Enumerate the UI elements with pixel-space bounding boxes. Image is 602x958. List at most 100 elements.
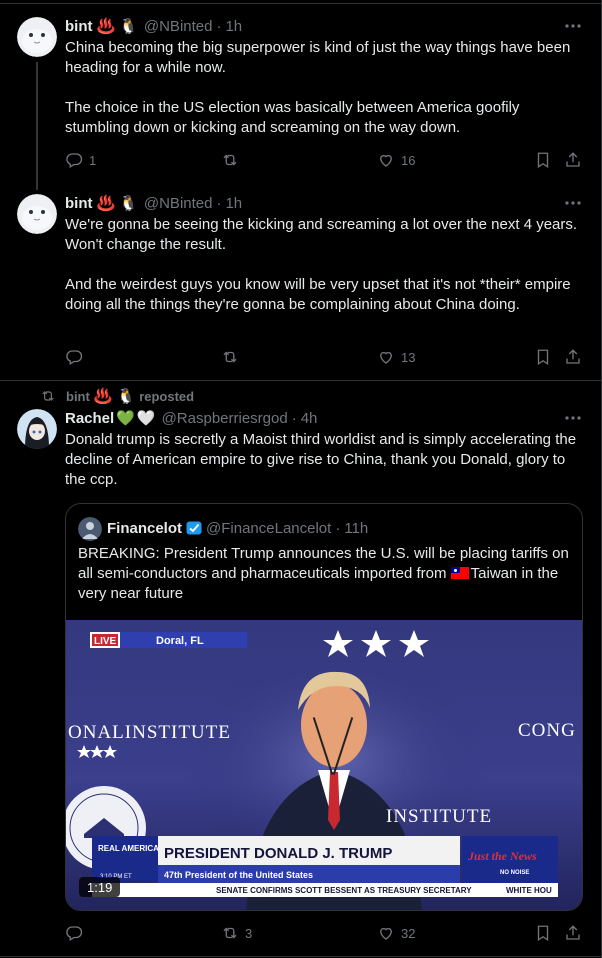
avatar[interactable] (17, 17, 57, 57)
divider (0, 956, 602, 957)
repost-icon (223, 927, 237, 939)
avatar[interactable] (17, 194, 57, 234)
share-button[interactable] (564, 347, 582, 367)
quoted-avatar (78, 517, 102, 541)
repost-label: reposted (139, 388, 195, 404)
timestamp[interactable]: 1h (225, 195, 242, 212)
more-options-icon[interactable] (564, 17, 582, 35)
handle[interactable]: @NBinted (144, 18, 213, 35)
quoted-handle: @FinanceLancelot (206, 519, 332, 537)
ticker-text-right: WHITE HOU (506, 886, 552, 895)
heart-icon (380, 927, 392, 940)
separator-dot: · (216, 17, 222, 35)
reply-button[interactable] (65, 347, 83, 367)
post-text: We're gonna be seeing the kicking and sc… (65, 216, 578, 313)
reply-icon (66, 350, 83, 365)
timestamp[interactable]: 4h (301, 410, 318, 427)
more-options-icon[interactable] (564, 194, 582, 212)
show-logo: Just the News (467, 849, 537, 863)
location-label: Doral, FL (156, 635, 204, 647)
video-player[interactable]: ONALINSTITUTE CONG INSTITUTE LIVE Doral,… (66, 620, 582, 910)
share-button[interactable] (564, 150, 582, 170)
post-header: bint ♨️ 🐧 @NBinted · 1h (65, 16, 242, 36)
like-button[interactable]: 16 (377, 150, 415, 170)
repost-button[interactable] (221, 150, 239, 170)
quoted-header: Financelot @FinanceLancelot · 11h (107, 518, 368, 538)
share-icon (566, 349, 580, 364)
verified-icon (186, 521, 202, 535)
penguin-emoji: 🐧 (119, 194, 138, 212)
divider (0, 3, 602, 4)
backdrop-text-left: ONALINSTITUTE (68, 722, 231, 743)
backdrop-text-lower: INSTITUTE (386, 806, 492, 827)
handle[interactable]: @Raspberriesrgod (162, 410, 288, 427)
handle[interactable]: @NBinted (144, 195, 213, 212)
repost-icon (42, 391, 54, 401)
bookmark-icon (537, 925, 549, 942)
display-name[interactable]: bint (65, 195, 93, 212)
more-options-icon[interactable] (564, 409, 582, 427)
green-heart-emoji: 💚 (116, 409, 135, 427)
avatar[interactable] (17, 409, 57, 449)
banner-subtitle: 47th President of the United States (164, 870, 313, 880)
quoted-display-name: Financelot (107, 519, 183, 537)
live-badge: LIVE (94, 636, 117, 647)
repost-button[interactable]: 3 (221, 923, 252, 943)
action-bar: 13 (65, 347, 587, 367)
post-header: Rachel 💚 🤍 @Raspberriesrgod · 4h (65, 408, 317, 428)
quoted-text: BREAKING: President Trump announces the … (78, 544, 574, 604)
timeline: bint ♨️ 🐧 @NBinted · 1h China becoming t… (0, 0, 602, 958)
quoted-post[interactable]: Financelot @FinanceLancelot · 11h BREAKI… (65, 503, 583, 911)
hot-springs-emoji: ♨️ (96, 194, 116, 212)
reply-icon (66, 153, 83, 168)
like-count: 16 (401, 152, 416, 168)
bookmark-icon (537, 152, 549, 169)
action-bar: 3 32 (65, 923, 587, 943)
like-button[interactable]: 13 (377, 347, 415, 367)
thread-connector (36, 62, 38, 190)
hot-springs-emoji: ♨️ (93, 387, 113, 405)
repost-count: 3 (245, 925, 253, 941)
divider (0, 380, 602, 381)
bookmark-button[interactable] (534, 347, 552, 367)
repost-context[interactable]: bint ♨️ 🐧 reposted (40, 388, 194, 404)
video-duration: 1:19 (79, 877, 121, 897)
post-text: Donald trump is secretly a Maoist third … (65, 431, 581, 488)
like-button[interactable]: 32 (377, 923, 415, 943)
heart-icon (380, 351, 392, 364)
like-count: 13 (401, 349, 416, 365)
share-button[interactable] (564, 923, 582, 943)
quoted-timestamp: 11h (344, 519, 369, 537)
reposter-name: bint (66, 388, 90, 404)
separator-dot: · (291, 409, 297, 427)
display-name[interactable]: bint (65, 18, 93, 35)
share-icon (566, 152, 580, 167)
backdrop-text-right: CONG (518, 720, 576, 741)
post-text: China becoming the big superpower is kin… (65, 39, 571, 136)
timestamp[interactable]: 1h (225, 18, 242, 35)
video-frame: ONALINSTITUTE CONG INSTITUTE LIVE Doral,… (66, 620, 582, 910)
bookmark-icon (537, 349, 549, 366)
reply-button[interactable]: 1 (65, 150, 96, 170)
reply-count: 1 (89, 152, 97, 168)
share-icon (566, 925, 580, 940)
penguin-emoji: 🐧 (119, 17, 138, 35)
white-heart-emoji: 🤍 (136, 409, 156, 427)
like-count: 32 (401, 925, 416, 941)
display-name[interactable]: Rachel (65, 410, 114, 427)
action-bar: 1 16 (65, 150, 587, 170)
repost-icon (223, 154, 237, 166)
show-tag: NO NOISE (500, 870, 529, 876)
reply-icon (66, 926, 83, 941)
post-header: bint ♨️ 🐧 @NBinted · 1h (65, 193, 242, 213)
penguin-emoji: 🐧 (116, 387, 136, 405)
banner-title: PRESIDENT DONALD J. TRUMP (164, 845, 392, 862)
reply-button[interactable] (65, 923, 83, 943)
hot-springs-emoji: ♨️ (96, 17, 116, 35)
separator-dot: · (335, 519, 341, 537)
taiwan-flag-icon (450, 567, 469, 579)
repost-button[interactable] (221, 347, 239, 367)
bookmark-button[interactable] (534, 923, 552, 943)
heart-icon (380, 154, 392, 167)
bookmark-button[interactable] (534, 150, 552, 170)
